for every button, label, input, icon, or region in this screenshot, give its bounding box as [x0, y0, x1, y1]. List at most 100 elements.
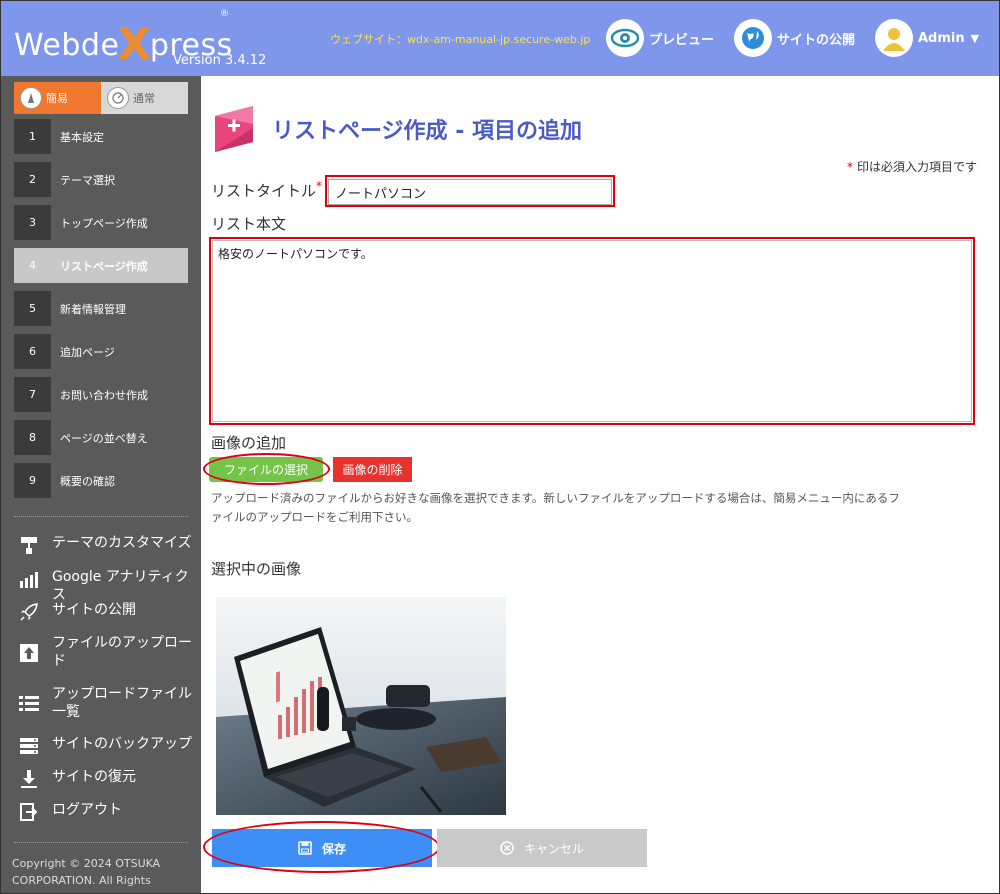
easy-mode-icon	[20, 87, 42, 109]
sidebar-divider	[14, 516, 188, 517]
chevron-down-icon: ▼	[970, 31, 980, 45]
list-body-textarea[interactable]: 格安のノートパソコンです。	[212, 240, 972, 422]
selected-image-laptop-photo	[216, 597, 506, 815]
sidebar-divider	[14, 842, 188, 843]
required-note: * 印は必須入力項目です	[847, 158, 977, 175]
save-label: 保存	[321, 841, 346, 856]
logo-x: X	[117, 19, 152, 70]
step-3-top-page[interactable]: 3 トップページ作成	[14, 205, 188, 240]
step-4-list-page[interactable]: 4 リストページ作成	[14, 248, 188, 283]
step-number: 1	[14, 119, 51, 154]
step-label: トップページ作成	[51, 205, 188, 240]
user-avatar-icon	[875, 19, 913, 57]
required-star: *	[316, 179, 323, 193]
step-number: 7	[14, 377, 51, 412]
step-label: 新着情報管理	[51, 291, 188, 326]
image-add-label: 画像の追加	[211, 434, 287, 452]
easy-mode-tab[interactable]: 簡易	[14, 82, 101, 114]
normal-mode-label: 通常	[133, 92, 155, 105]
analytics-icon	[17, 568, 41, 590]
menu-label: Google アナリティクス	[52, 569, 189, 603]
step-1-basic-settings[interactable]: 1 基本設定	[14, 119, 188, 154]
step-label: テーマ選択	[51, 162, 188, 197]
sidebar: 簡易 通常 1 基本設定 2 テーマ選択 3 トップページ作成 4 リストページ作成 5…	[1, 76, 201, 893]
step-number: 9	[14, 463, 51, 498]
menu-site-backup[interactable]: サイトのバックアップ	[17, 735, 192, 757]
menu-publish-site[interactable]: サイトの公開	[17, 601, 192, 623]
save-icon	[298, 841, 312, 855]
required-note-text: 印は必須入力項目です	[856, 160, 977, 174]
menu-label: サイトのバックアップ	[52, 736, 192, 752]
menu-theme-customize[interactable]: テーマのカスタマイズ	[17, 534, 192, 556]
menu-google-analytics[interactable]: Google アナリティクス	[17, 568, 192, 604]
cancel-button[interactable]: キャンセル	[437, 829, 647, 867]
help-text: アップロード済みのファイルからお好きな画像を選択できます。新しいファイルをアップ…	[211, 491, 900, 524]
menu-label: アップロードファイル一覧	[52, 686, 192, 720]
step-number: 5	[14, 291, 51, 326]
menu-label: サイトの復元	[52, 769, 136, 785]
step-label: お問い合わせ作成	[51, 377, 188, 412]
step-label: 基本設定	[51, 119, 188, 154]
step-2-theme[interactable]: 2 テーマ選択	[14, 162, 188, 197]
admin-label: Admin	[918, 30, 965, 46]
page-title: リストページ作成 - 項目の追加	[272, 119, 583, 144]
step-label: ページの並べ替え	[51, 420, 188, 455]
menu-file-upload[interactable]: ファイルのアップロード	[17, 634, 192, 670]
menu-label: テーマのカスタマイズ	[52, 535, 192, 551]
website-url-link[interactable]: ウェブサイト：wdx-am-manual-jp.secure-web.jp	[330, 31, 590, 47]
admin-menu-button[interactable]: Admin ▼	[875, 19, 979, 57]
step-8-reorder[interactable]: 8 ページの並べ替え	[14, 420, 188, 455]
list-body-label: リスト本文	[211, 215, 287, 233]
step-label: 追加ページ	[51, 334, 188, 369]
paint-roller-icon	[17, 534, 41, 556]
logout-icon	[17, 801, 41, 823]
step-number: 4	[14, 248, 51, 283]
step-number: 8	[14, 420, 51, 455]
menu-label: ファイルのアップロード	[52, 635, 192, 669]
preview-label: プレビュー	[649, 32, 715, 48]
restore-icon	[17, 768, 41, 790]
list-title-input[interactable]	[328, 179, 612, 205]
list-icon	[17, 693, 41, 715]
cancel-icon	[500, 841, 514, 855]
step-9-overview[interactable]: 9 概要の確認	[14, 463, 188, 498]
required-star: *	[846, 160, 853, 174]
menu-site-restore[interactable]: サイトの復元	[17, 768, 192, 790]
top-header: WebdeXpress ® Version 3.4.12 ウェブサイト：wdx-…	[1, 1, 999, 76]
normal-mode-tab[interactable]: 通常	[101, 82, 188, 114]
main-content: リストページ作成 - 項目の追加 *印は必須入力項目です リストタイトル* リス…	[201, 76, 999, 893]
menu-logout[interactable]: ログアウト	[17, 801, 192, 823]
publish-label: サイトの公開	[777, 32, 856, 48]
preview-button[interactable]: プレビュー	[606, 19, 714, 57]
menu-label: ログアウト	[52, 802, 122, 818]
step-7-contact[interactable]: 7 お問い合わせ作成	[14, 377, 188, 412]
easy-mode-label: 簡易	[46, 92, 68, 105]
backup-icon	[17, 735, 41, 757]
step-number: 2	[14, 162, 51, 197]
image-delete-button[interactable]: 画像の削除	[333, 457, 412, 482]
rocket-icon	[17, 601, 41, 623]
step-number: 6	[14, 334, 51, 369]
list-title-label-text: リストタイトル	[211, 182, 317, 200]
eye-icon	[606, 19, 644, 57]
cancel-label: キャンセル	[523, 841, 584, 856]
logo-registered-mark: ®	[220, 9, 230, 19]
menu-uploaded-files[interactable]: アップロードファイル一覧	[17, 685, 192, 721]
step-label: 概要の確認	[51, 463, 188, 498]
upload-icon	[17, 642, 41, 664]
step-5-news[interactable]: 5 新着情報管理	[14, 291, 188, 326]
mode-switch: 簡易 通常	[14, 82, 188, 114]
version-label: Version 3.4.12	[173, 53, 267, 68]
normal-mode-icon	[107, 87, 129, 109]
list-title-label: リストタイトル*	[211, 179, 323, 201]
logo-text-main: Webde	[14, 28, 120, 63]
publish-site-button[interactable]: サイトの公開	[734, 19, 855, 57]
step-6-additional-page[interactable]: 6 追加ページ	[14, 334, 188, 369]
add-item-icon	[215, 106, 253, 152]
save-button[interactable]: 保存	[212, 829, 432, 867]
app-window: WebdeXpress ® Version 3.4.12 ウェブサイト：wdx-…	[0, 0, 1000, 894]
step-number: 3	[14, 205, 51, 240]
selected-image-label: 選択中の画像	[211, 560, 302, 578]
menu-label: サイトの公開	[52, 602, 136, 618]
file-select-button[interactable]: ファイルの選択	[209, 457, 323, 482]
